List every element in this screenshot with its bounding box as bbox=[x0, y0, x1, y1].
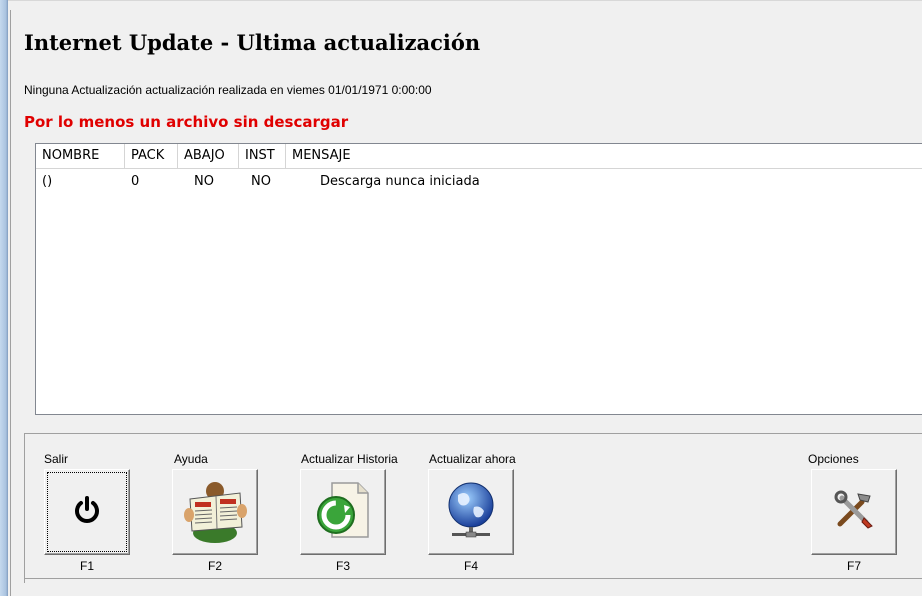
column-header-abajo[interactable]: ABAJO bbox=[178, 144, 239, 168]
page-title: Internet Update - Ultima actualización bbox=[24, 30, 481, 55]
actualizar-ahora-label: Actualizar ahora bbox=[429, 452, 516, 466]
actualizar-ahora-button[interactable] bbox=[428, 469, 514, 555]
toolbar-bottom-divider bbox=[24, 578, 922, 579]
table-row[interactable]: () 0 NO NO Descarga nunca iniciada bbox=[36, 172, 922, 192]
refresh-document-icon bbox=[310, 477, 376, 547]
column-header-nombre[interactable]: NOMBRE bbox=[36, 144, 125, 168]
cell-nombre: () bbox=[42, 174, 53, 189]
newspaper-reader-icon bbox=[180, 475, 250, 549]
column-header-mensaje[interactable]: MENSAJE bbox=[286, 144, 922, 168]
actualizar-historia-key: F3 bbox=[335, 559, 350, 573]
ayuda-key: F2 bbox=[207, 559, 222, 573]
salir-key: F1 bbox=[79, 559, 94, 573]
salir-label: Salir bbox=[44, 452, 69, 466]
update-list[interactable]: NOMBRE PACK ABAJO INST MENSAJE () 0 NO N… bbox=[35, 143, 922, 415]
warning-text: Por lo menos un archivo sin descargar bbox=[24, 113, 349, 131]
actualizar-historia-label: Actualizar Historia bbox=[301, 452, 398, 466]
column-header-pack[interactable]: PACK bbox=[125, 144, 178, 168]
cell-abajo: NO bbox=[194, 174, 214, 189]
cell-inst: NO bbox=[251, 174, 271, 189]
ayuda-label: Ayuda bbox=[174, 452, 208, 466]
tools-icon bbox=[832, 488, 876, 536]
power-icon bbox=[72, 495, 102, 529]
column-header-inst[interactable]: INST bbox=[239, 144, 286, 168]
salir-button[interactable] bbox=[44, 469, 130, 555]
list-header: NOMBRE PACK ABAJO INST MENSAJE bbox=[36, 144, 922, 169]
opciones-key: F7 bbox=[846, 559, 861, 573]
ayuda-button[interactable] bbox=[172, 469, 258, 555]
actualizar-historia-button[interactable] bbox=[300, 469, 386, 555]
globe-network-icon bbox=[438, 477, 504, 547]
cell-mensaje: Descarga nunca iniciada bbox=[320, 174, 480, 189]
cell-pack: 0 bbox=[131, 174, 140, 189]
window-left-border bbox=[0, 0, 8, 596]
actualizar-ahora-key: F4 bbox=[463, 559, 478, 573]
last-update-text: Ninguna Actualización actualización real… bbox=[24, 83, 432, 97]
opciones-label: Opciones bbox=[808, 452, 859, 466]
opciones-button[interactable] bbox=[811, 469, 897, 555]
